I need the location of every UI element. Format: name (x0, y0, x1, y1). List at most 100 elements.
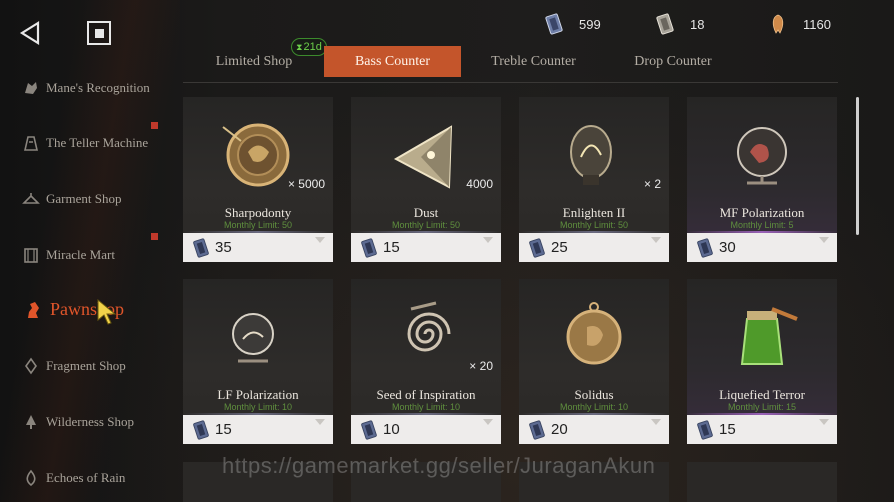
shop-item-card[interactable]: Solidus Monthly Limit: 10 20 (519, 279, 669, 444)
item-name: Enlighten II (562, 205, 626, 220)
home-button[interactable] (87, 21, 111, 45)
corner-triangle-icon (483, 419, 493, 425)
price-bar[interactable]: 15 (351, 233, 501, 262)
shop-item-card[interactable]: × 20 Seed of Inspiration Monthly Limit: … (351, 279, 501, 444)
back-button[interactable] (18, 20, 44, 46)
tree-icon (26, 415, 36, 429)
item-price: 25 (551, 239, 568, 256)
silver-ticket-count: 18 (690, 16, 705, 32)
item-name: Dust (413, 205, 439, 220)
corner-triangle-icon (651, 237, 661, 243)
notification-badge (151, 122, 158, 129)
medal-icon (566, 302, 622, 365)
sidebar-item-miracle-mart[interactable]: Miracle Mart (22, 242, 115, 268)
shop-item-card[interactable]: MF Polarization Monthly Limit: 5 30 (687, 97, 837, 262)
shop-item-card[interactable]: × 5000 Sharpodonty Monthly Limit: 50 35 (183, 97, 333, 262)
currency-silver-ticket: 18 (654, 12, 704, 36)
item-quantity: 4000 (466, 177, 493, 191)
globe-icon (737, 127, 787, 185)
price-bar[interactable]: 25 (519, 233, 669, 262)
machine-icon (23, 136, 39, 151)
tabs-divider (183, 82, 838, 83)
tab-bass-counter[interactable]: Bass Counter (324, 46, 461, 77)
mart-icon (24, 248, 38, 263)
jar-icon (740, 307, 798, 365)
sidebar-item-wilderness-shop[interactable]: Wilderness Shop (22, 409, 134, 435)
item-limit: Monthly Limit: 50 (559, 220, 629, 230)
tab-label: Bass Counter (354, 53, 431, 69)
sidebar-item-label: Fragment Shop (46, 358, 126, 373)
item-limit: Monthly Limit: 5 (730, 220, 794, 230)
crystal-ticket-count: 599 (579, 16, 601, 32)
item-limit: Monthly Limit: 10 (391, 402, 461, 412)
price-bar[interactable]: 10 (351, 415, 501, 444)
tab-limited-shop[interactable]: Limited Shop (203, 46, 305, 77)
sidebar-item-garment-shop[interactable]: Garment Shop (22, 186, 121, 212)
tab-label: Treble Counter (491, 53, 576, 69)
sidebar-item-label: Mane's Recognition (46, 80, 150, 95)
item-quantity: × 2 (643, 177, 661, 191)
silver-ticket-icon (656, 13, 674, 35)
item-price: 35 (215, 239, 232, 256)
item-price: 15 (383, 239, 400, 256)
currency-tooth: 1160 (767, 12, 831, 36)
price-bar[interactable]: 35 (183, 233, 333, 262)
tooth-icon (772, 14, 784, 34)
crystal-ticket-icon (193, 419, 209, 440)
crystal-ticket-icon (193, 237, 209, 258)
crystal-ticket-icon (361, 237, 377, 258)
item-name: Seed of Inspiration (376, 387, 476, 402)
tab-treble-counter[interactable]: Treble Counter (475, 46, 592, 77)
item-limit: Monthly Limit: 50 (223, 220, 293, 230)
item-price: 20 (551, 421, 568, 438)
crystal-ticket-icon (529, 419, 545, 440)
item-price: 30 (719, 239, 736, 256)
item-name: Liquefied Terror (719, 387, 805, 402)
rain-icon (26, 469, 36, 487)
timer-badge: ⧗ 21d (291, 38, 327, 56)
sidebar-item-label: Wilderness Shop (46, 414, 134, 429)
notification-badge (151, 233, 158, 240)
corner-triangle-icon (315, 419, 325, 425)
shop-item-card[interactable]: Liquefied Terror Monthly Limit: 15 15 (687, 279, 837, 444)
sidebar-item-echoes-of-rain[interactable]: Echoes of Rain (22, 465, 125, 491)
sidebar-item-label: Garment Shop (46, 191, 122, 206)
tab-label: Drop Counter (634, 53, 712, 69)
hourglass-icon: ⧗ (296, 41, 303, 52)
crystal-ticket-icon (697, 419, 713, 440)
item-name: Sharpodonty (224, 205, 292, 220)
item-price: 15 (719, 421, 736, 438)
timer-text: 21d (303, 41, 322, 53)
item-limit: Monthly Limit: 10 (223, 402, 293, 412)
tab-label: Limited Shop (215, 53, 293, 69)
shop-item-card[interactable]: × 2 Enlighten II Monthly Limit: 50 25 (519, 97, 669, 262)
sidebar-item-fragment-shop[interactable]: Fragment Shop (22, 353, 126, 379)
crystal-ticket-icon (529, 237, 545, 258)
back-arrow-icon (19, 21, 40, 45)
corner-triangle-icon (315, 237, 325, 243)
price-bar[interactable]: 15 (183, 415, 333, 444)
watermark-text: https://gamemarket.gg/seller/JuraganAkun (222, 453, 656, 478)
crystal-ticket-icon (697, 237, 713, 258)
item-name: LF Polarization (217, 387, 299, 402)
corner-triangle-icon (483, 237, 493, 243)
item-limit: Monthly Limit: 50 (391, 220, 461, 230)
sidebar-item-label: The Teller Machine (46, 135, 149, 150)
price-bar[interactable]: 30 (687, 233, 837, 262)
pointer-cursor-icon (97, 298, 117, 325)
corner-triangle-icon (651, 419, 661, 425)
item-quantity: × 20 (469, 359, 493, 373)
item-name: Solidus (574, 387, 614, 402)
crystal-ticket-icon (361, 419, 377, 440)
shop-item-card[interactable]: LF Polarization Monthly Limit: 10 15 (183, 279, 333, 444)
pawn-icon (28, 302, 39, 318)
shop-item-card[interactable]: 4000 Dust Monthly Limit: 50 15 (351, 97, 501, 262)
price-bar[interactable]: 15 (687, 415, 837, 444)
scrollbar[interactable] (856, 97, 859, 235)
corner-triangle-icon (819, 237, 829, 243)
tab-drop-counter[interactable]: Drop Counter (620, 46, 726, 77)
sidebar-item-manes-recognition[interactable]: Mane's Recognition (22, 75, 150, 101)
item-name: MF Polarization (719, 205, 805, 220)
price-bar[interactable]: 20 (519, 415, 669, 444)
sidebar-item-teller-machine[interactable]: The Teller Machine (22, 130, 148, 156)
